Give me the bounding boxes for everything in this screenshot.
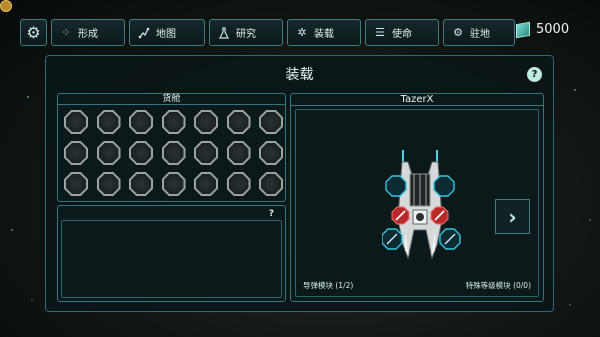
slot-bottom-right[interactable]: [439, 228, 461, 250]
loadout-panel: 装载 ? 货舱 ? TazerX › 导弹模块 (1/2) 特殊等级模块 (0/…: [45, 55, 554, 312]
help-button[interactable]: ?: [527, 67, 542, 82]
flask-icon: [218, 26, 230, 39]
loadout-icon: ✲: [297, 26, 307, 39]
corner-logo-icon: [0, 0, 12, 12]
nav-mission-button[interactable]: ☰ 使命: [365, 19, 439, 46]
settings-button[interactable]: ⚙: [20, 19, 47, 46]
chevron-right-icon: ›: [508, 204, 517, 229]
nav-loadout-button[interactable]: ✲ 装载: [287, 19, 361, 46]
cargo-slot[interactable]: [161, 172, 186, 196]
module-info-box: ?: [57, 205, 286, 302]
nav-base-label: 驻地: [470, 29, 490, 40]
cargo-slot[interactable]: [259, 141, 283, 165]
ship-name: TazerX: [291, 94, 543, 106]
cargo-grid: [64, 110, 283, 196]
cargo-slot[interactable]: [194, 172, 218, 196]
panel-title: 装载: [285, 67, 314, 83]
missile-modules-caption: 导弹模块 (1/2): [303, 281, 354, 290]
module-info-content: [61, 220, 282, 298]
cargo-slot[interactable]: [129, 110, 153, 134]
slot-missile-left[interactable]: [391, 206, 410, 225]
nav-map-label: 地图: [156, 29, 176, 40]
slot-bottom-left[interactable]: [382, 228, 403, 250]
special-modules-caption: 特殊等级模块 (0/0): [465, 281, 531, 290]
slot-missile-right[interactable]: [430, 206, 449, 225]
cargo-slot[interactable]: [64, 110, 88, 134]
cargo-slot[interactable]: [226, 141, 251, 165]
cargo-slot[interactable]: [64, 141, 88, 165]
cargo-slot[interactable]: [259, 172, 283, 196]
nav-loadout-label: 装载: [314, 29, 334, 40]
nav-formation-button[interactable]: ⁘ 形成: [51, 19, 125, 46]
info-help-button[interactable]: ?: [269, 209, 274, 219]
cargo-slot[interactable]: [194, 141, 218, 165]
currency-display: 5000: [516, 21, 570, 38]
cargo-slot[interactable]: [226, 172, 251, 196]
mission-list-icon: ☰: [375, 26, 385, 39]
nav-map-button[interactable]: 地图: [129, 19, 205, 46]
cargo-hold: 货舱: [57, 93, 286, 202]
gear-icon: ⚙: [26, 23, 41, 42]
cargo-slot[interactable]: [96, 172, 121, 196]
formation-icon: ⁘: [61, 26, 71, 39]
next-ship-button[interactable]: ›: [495, 199, 530, 234]
cargo-slot[interactable]: [96, 141, 121, 165]
cargo-slot[interactable]: [96, 110, 121, 134]
nav-research-button[interactable]: 研究: [209, 19, 283, 46]
ship-display: › 导弹模块 (1/2) 特殊等级模块 (0/0): [295, 109, 539, 297]
cargo-slot[interactable]: [129, 141, 153, 165]
nav-formation-label: 形成: [78, 29, 98, 40]
slot-top-right[interactable]: [433, 175, 455, 197]
module-slots: [382, 175, 461, 250]
currency-amount: 5000: [536, 22, 570, 37]
cargo-slot[interactable]: [64, 172, 88, 196]
cargo-slot[interactable]: [259, 110, 283, 134]
slot-top-left[interactable]: [385, 175, 407, 197]
map-icon: [138, 27, 150, 39]
cargo-title: 货舱: [58, 94, 285, 105]
top-nav: ⚙ ⁘ 形成 地图 研究 ✲ 装载 ☰ 使命 ⚙ 驻地: [20, 19, 515, 48]
nav-base-button[interactable]: ⚙ 驻地: [443, 19, 515, 46]
cube-icon: [516, 21, 530, 38]
nav-mission-label: 使命: [392, 29, 412, 40]
cargo-slot[interactable]: [161, 110, 186, 134]
nav-research-label: 研究: [236, 29, 256, 40]
cargo-slot[interactable]: [226, 110, 251, 134]
base-icon: ⚙: [453, 26, 463, 39]
cargo-slot[interactable]: [161, 141, 186, 165]
cargo-slot[interactable]: [194, 110, 218, 134]
cargo-slot[interactable]: [129, 172, 153, 196]
ship-panel: TazerX › 导弹模块 (1/2) 特殊等级模块 (0/0): [290, 93, 544, 302]
